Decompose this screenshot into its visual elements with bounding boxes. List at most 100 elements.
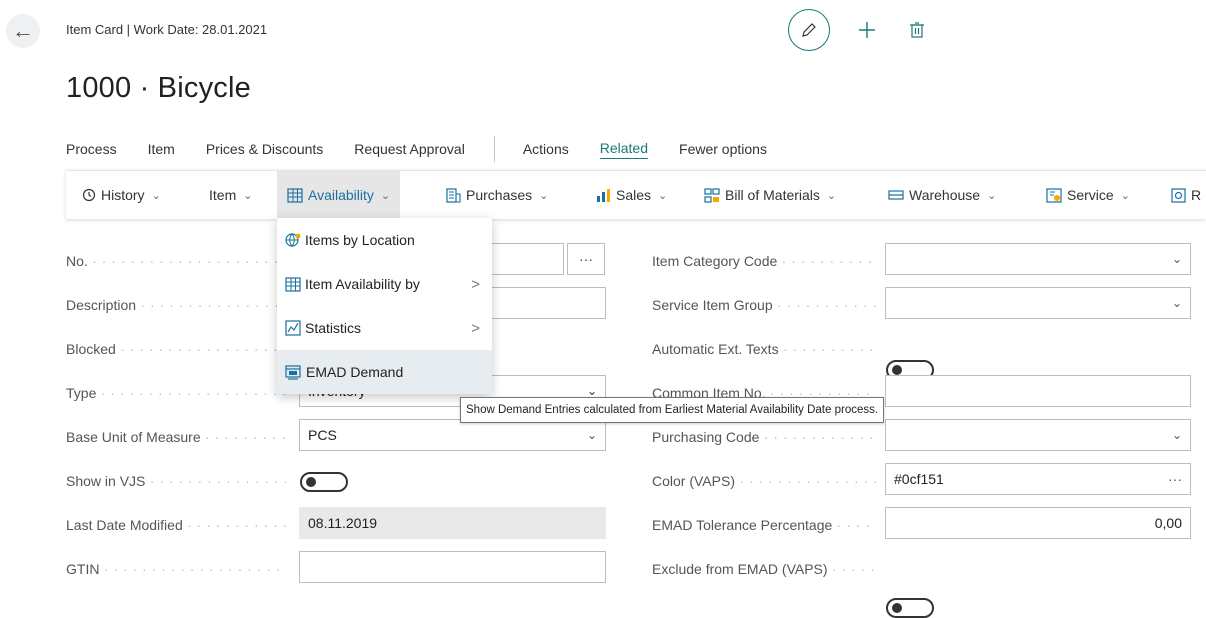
tab-request-approval[interactable]: Request Approval <box>354 141 465 157</box>
chevron-down-icon: ⌄ <box>586 384 597 398</box>
related-action-bar: History ⌄ Item ⌄ Availability ⌄ Purchase… <box>66 170 1206 219</box>
history-icon <box>82 188 96 202</box>
chevron-down-icon: ⌄ <box>1171 252 1182 266</box>
purchases-label: Purchases <box>466 187 533 203</box>
last-modified-value: 08.11.2019 <box>299 507 606 539</box>
history-label: History <box>101 187 145 203</box>
availability-menu[interactable]: Availability ⌄ <box>277 171 401 219</box>
back-button[interactable]: ← <box>6 14 40 48</box>
gtin-field[interactable] <box>299 551 606 583</box>
exclude-emad-toggle[interactable] <box>886 598 934 618</box>
availability-label: Availability <box>308 187 374 203</box>
page-title: 1000 · Bicycle <box>66 72 251 104</box>
emad-demand-icon <box>285 364 302 380</box>
exclude-emad-label: Exclude from EMAD (VAPS) <box>652 561 876 577</box>
menu-item-label: EMAD Demand <box>306 364 404 380</box>
tab-actions[interactable]: Actions <box>523 141 569 157</box>
service-label: Service <box>1067 187 1114 203</box>
chevron-down-icon: ⌄ <box>1171 296 1182 310</box>
top-actions <box>788 9 930 51</box>
emad-tolerance-field[interactable]: 0,00 <box>885 507 1191 539</box>
no-label: No. <box>66 253 286 269</box>
item-menu[interactable]: Item ⌄ <box>209 171 252 219</box>
base-unit-select[interactable]: PCS ⌄ <box>299 419 606 451</box>
ellipsis-icon[interactable]: ··· <box>1168 471 1182 487</box>
service-menu[interactable]: Service ⌄ <box>1046 171 1130 219</box>
report-label: R <box>1191 187 1202 203</box>
menu-item-item-availability-by[interactable]: Item Availability by > <box>277 262 492 306</box>
delete-button[interactable] <box>904 17 930 43</box>
bill-of-materials-label: Bill of Materials <box>725 187 820 203</box>
emad-tolerance-label: EMAD Tolerance Percentage <box>652 517 876 533</box>
chevron-down-icon: ⌄ <box>243 189 253 202</box>
chevron-down-icon: ⌄ <box>987 189 997 202</box>
color-vaps-value: #0cf151 <box>894 471 944 487</box>
ellipsis-icon: ··· <box>579 251 593 267</box>
chevron-down-icon: ⌄ <box>380 189 391 202</box>
gtin-label: GTIN <box>66 561 286 577</box>
plus-icon <box>859 22 875 38</box>
chevron-down-icon: ⌄ <box>658 189 668 202</box>
warehouse-icon <box>888 190 904 200</box>
chevron-down-icon: ⌄ <box>539 189 549 202</box>
tab-process[interactable]: Process <box>66 141 117 157</box>
new-button[interactable] <box>854 17 880 43</box>
service-icon <box>1046 187 1062 203</box>
page-caption: Item Card | Work Date: 28.01.2021 <box>66 22 268 37</box>
sales-menu[interactable]: Sales ⌄ <box>596 171 667 219</box>
pencil-icon <box>802 23 816 37</box>
item-category-label: Item Category Code <box>652 253 876 269</box>
history-menu[interactable]: History ⌄ <box>82 171 161 219</box>
color-vaps-field[interactable]: #0cf151 ··· <box>885 463 1191 495</box>
show-in-vjs-toggle[interactable] <box>300 472 348 492</box>
bill-of-materials-menu[interactable]: Bill of Materials ⌄ <box>704 171 836 219</box>
purchasing-code-label: Purchasing Code <box>652 429 876 445</box>
warehouse-menu[interactable]: Warehouse ⌄ <box>888 171 996 219</box>
menu-item-statistics[interactable]: Statistics > <box>277 306 492 350</box>
auto-ext-texts-label: Automatic Ext. Texts <box>652 341 876 357</box>
blocked-label: Blocked <box>66 341 286 357</box>
sales-icon <box>597 188 610 202</box>
chevron-down-icon: ⌄ <box>151 189 161 202</box>
tab-related[interactable]: Related <box>599 140 649 159</box>
statistics-icon <box>285 320 301 336</box>
availability-icon <box>285 276 301 292</box>
menu-item-emad-demand[interactable]: EMAD Demand <box>277 350 492 394</box>
chevron-down-icon: ⌄ <box>826 189 837 202</box>
item-label: Item <box>209 187 237 203</box>
no-field[interactable] <box>490 243 564 275</box>
menu-item-items-by-location[interactable]: Items by Location <box>277 218 492 262</box>
tab-item[interactable]: Item <box>148 141 175 157</box>
base-unit-label: Base Unit of Measure <box>66 429 286 445</box>
report-menu[interactable]: R <box>1171 171 1201 219</box>
color-vaps-label: Color (VAPS) <box>652 473 876 489</box>
bill-of-materials-icon <box>704 187 720 203</box>
item-category-select[interactable]: ⌄ <box>885 243 1191 275</box>
no-assist-button[interactable]: ··· <box>567 243 605 275</box>
availability-dropdown: Items by Location Item Availability by >… <box>277 218 492 394</box>
action-bar-divider <box>493 136 495 162</box>
description-field[interactable] <box>490 287 606 319</box>
menu-item-label: Item Availability by <box>305 276 420 292</box>
chevron-down-icon: ⌄ <box>1171 428 1182 442</box>
availability-icon <box>287 187 303 203</box>
chevron-down-icon: ⌄ <box>1120 189 1130 202</box>
sales-label: Sales <box>616 187 652 203</box>
type-label: Type <box>66 385 286 401</box>
common-item-no-field[interactable] <box>885 375 1191 407</box>
edit-button[interactable] <box>788 9 830 51</box>
tab-prices-discounts[interactable]: Prices & Discounts <box>206 141 323 157</box>
chevron-right-icon: > <box>471 275 480 293</box>
purchases-menu[interactable]: Purchases ⌄ <box>446 171 548 219</box>
chevron-down-icon: ⌄ <box>586 428 597 442</box>
purchases-icon <box>446 187 461 203</box>
purchasing-code-select[interactable]: ⌄ <box>885 419 1191 451</box>
service-item-group-select[interactable]: ⌄ <box>885 287 1191 319</box>
tab-fewer-options[interactable]: Fewer options <box>679 141 767 157</box>
emad-demand-tooltip: Show Demand Entries calculated from Earl… <box>460 397 885 423</box>
arrow-left-icon: ← <box>12 18 34 43</box>
report-icon <box>1171 187 1186 203</box>
menu-item-label: Statistics <box>305 320 362 336</box>
items-by-location-icon <box>285 232 301 248</box>
base-unit-value: PCS <box>308 427 337 443</box>
